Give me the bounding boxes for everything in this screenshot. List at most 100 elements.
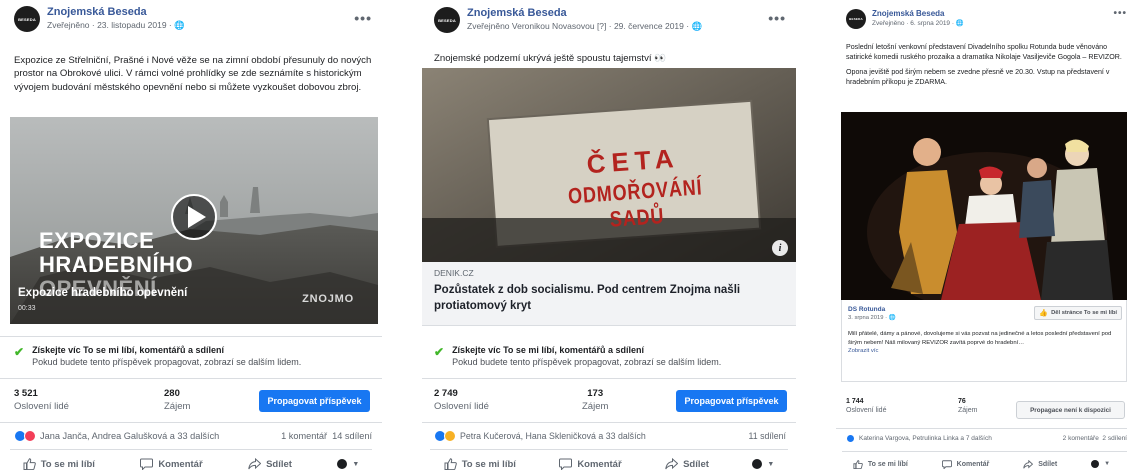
share-button[interactable]: Sdílet: [1023, 459, 1058, 469]
comment-label: Komentář: [158, 458, 203, 470]
engagement-stat: 173 Zájem: [582, 388, 608, 412]
page-name-link[interactable]: Znojemská Beseda: [467, 7, 702, 19]
promote-post-button[interactable]: Propagovat příspěvek: [259, 390, 370, 412]
like-reaction-icon: [846, 434, 855, 443]
reach-value: 2 749: [434, 388, 458, 399]
reach-value: 3 521: [14, 388, 38, 399]
comments-shares-count[interactable]: 1 komentář 14 sdílení: [281, 431, 372, 441]
reach-value: 1 744: [846, 398, 864, 405]
post-date[interactable]: Zveřejněno · 6. srpna 2019 ·: [872, 20, 956, 27]
globe-icon: 🌐: [691, 21, 703, 31]
reactions-summary[interactable]: Jana Janča, Andrea Galušková a 33 dalšíc…: [14, 430, 219, 442]
haha-reaction-icon: [444, 430, 456, 442]
reactions-summary[interactable]: Petra Kučerová, Hana Skleničková a 33 da…: [434, 430, 646, 442]
page-name-link[interactable]: Znojemská Beseda: [872, 9, 964, 18]
post-meta: Zveřejněno · 23. listopadu 2019 · 🌐: [47, 20, 185, 31]
post-paragraph: Poslední letošní venkovní představení Di…: [846, 43, 1122, 61]
comment-button[interactable]: Komentář: [140, 458, 203, 470]
divider: [0, 336, 382, 337]
link-preview-image[interactable]: ČETA ODMOŘOVÁNÍ SADŮ i: [422, 68, 796, 262]
divider: [0, 422, 382, 423]
more-options-icon[interactable]: •••: [768, 10, 786, 26]
reactions-text: Jana Janča, Andrea Galušková a 33 dalšíc…: [40, 431, 220, 441]
engagement-stat: 280 Zájem: [164, 388, 190, 412]
reach-stat: 1 744 Oslovení lidé: [846, 398, 886, 414]
share-label: Sdílet: [266, 458, 292, 470]
link-domain: DENIK.CZ: [434, 268, 474, 278]
like-label: To se mi líbí: [867, 460, 908, 468]
like-button[interactable]: To se mi líbí: [23, 458, 95, 470]
video-caption: Expozice hradebního opevnění: [18, 287, 188, 299]
divider: [836, 428, 1127, 429]
globe-icon: 🌐: [888, 315, 896, 321]
page-avatar[interactable]: BESEDA: [846, 9, 866, 29]
like-button[interactable]: To se mi líbí: [444, 458, 516, 470]
promote-post-button[interactable]: Propagovat příspěvek: [676, 390, 787, 412]
engagement-value: 173: [587, 388, 604, 399]
like-button[interactable]: To se mi líbí: [853, 459, 908, 469]
audience-icon: [1091, 460, 1100, 468]
shared-page-name[interactable]: DS Rotunda: [848, 306, 885, 313]
reactions-summary[interactable]: Katerina Vargova, Petrulinka Linka a 7 d…: [846, 434, 992, 443]
boost-title: Získejte víc To se mi líbí, komentářů a …: [32, 345, 224, 355]
post-card: BESEDA Znojemská Beseda Zveřejněno · 23.…: [0, 0, 382, 473]
share-button[interactable]: Sdílet: [248, 458, 292, 470]
see-more-link[interactable]: Zobrazit víc: [848, 348, 878, 354]
share-icon: [248, 458, 262, 470]
page-avatar[interactable]: BESEDA: [14, 6, 40, 32]
like-icon: [853, 459, 863, 469]
post-card: BESEDA Znojemská Beseda Zveřejněno · 6. …: [836, 0, 1127, 473]
post-paragraph: Opona jeviště pod širým nebem se zvedne …: [846, 68, 1110, 86]
page-like-button[interactable]: 👍 Děl stránce To se mi líbí: [1034, 306, 1122, 320]
divider: [422, 422, 796, 423]
page-like-label: Děl stránce To se mi líbí: [1051, 310, 1117, 316]
more-options-icon[interactable]: •••: [1113, 8, 1127, 19]
link-preview-footer[interactable]: DENIK.CZ Pozůstatek z dob socialismu. Po…: [422, 262, 796, 326]
action-bar: To se mi líbí Komentář Sdílet ▼: [0, 456, 382, 472]
reach-label: Oslovení lidé: [434, 401, 489, 412]
love-reaction-icon: [24, 430, 36, 442]
share-icon: [1023, 459, 1034, 469]
comments-shares-count[interactable]: 2 komentáře 2 sdílení: [1063, 435, 1127, 442]
audience-selector[interactable]: ▼: [752, 459, 774, 469]
post-text: Expozice ze Střelniční, Prašné i Nové vě…: [14, 54, 374, 99]
boost-title: Získejte víc To se mi líbí, komentářů a …: [452, 345, 644, 355]
sign-text: ČETA ODMOŘOVÁNÍ SADŮ: [567, 142, 704, 232]
shared-post-text: Milí přátelé, dámy a pánové, dovolujeme …: [848, 331, 1112, 346]
chevron-down-icon: ▼: [352, 460, 360, 468]
video-player[interactable]: EXPOZICE HRADEBNÍHO OPEVNĚNÍ Expozice hr…: [10, 117, 378, 324]
action-bar: To se mi líbí Komentář Sdílet ▼: [422, 456, 796, 472]
reach-stat: 2 749 Oslovení lidé: [434, 388, 489, 412]
shared-post-preview[interactable]: DS Rotunda 3. srpna 2019 · 🌐 👍 Děl stránc…: [841, 300, 1127, 382]
comment-label: Komentář: [577, 458, 622, 470]
post-photo[interactable]: [841, 112, 1127, 300]
boost-banner: ✔ Získejte víc To se mi líbí, komentářů …: [434, 345, 721, 367]
promote-unavailable-button[interactable]: Propagace není k dispozici: [1016, 401, 1125, 419]
post-date[interactable]: Zveřejněno · 23. listopadu 2019 ·: [47, 20, 174, 30]
check-icon: ✔: [434, 345, 445, 359]
info-icon[interactable]: i: [772, 240, 788, 256]
comment-button[interactable]: Komentář: [559, 458, 622, 470]
audience-icon: [337, 459, 348, 469]
share-button[interactable]: Sdílet: [665, 458, 709, 470]
comment-icon: [941, 459, 952, 469]
post-paragraph: Expozice ze Střelniční, Prašné i Nové vě…: [14, 55, 372, 93]
page-name-link[interactable]: Znojemská Beseda: [47, 6, 185, 18]
share-label: Sdílet: [1038, 460, 1058, 468]
audience-selector[interactable]: ▼: [337, 459, 359, 469]
reactions-text: Petra Kučerová, Hana Skleničková a 33 da…: [460, 431, 646, 441]
page-avatar[interactable]: BESEDA: [434, 7, 460, 33]
comment-button[interactable]: Komentář: [941, 459, 989, 469]
post-date[interactable]: Zveřejněno Veronikou Novasovou [?] · 29.…: [467, 21, 691, 31]
engagement-label: Zájem: [958, 407, 978, 414]
like-label: To se mi líbí: [461, 458, 516, 470]
comments-shares-count[interactable]: 11 sdílení: [749, 431, 787, 441]
boost-subtitle: Pokud budete tento příspěvek propagovat,…: [452, 357, 722, 367]
more-options-icon[interactable]: •••: [354, 10, 372, 26]
post-meta: Zveřejněno Veronikou Novasovou [?] · 29.…: [467, 21, 702, 32]
audience-selector[interactable]: ▼: [1091, 460, 1110, 468]
comment-icon: [559, 458, 573, 470]
chevron-down-icon: ▼: [767, 460, 775, 468]
share-icon: [665, 458, 679, 470]
divider: [10, 449, 372, 450]
